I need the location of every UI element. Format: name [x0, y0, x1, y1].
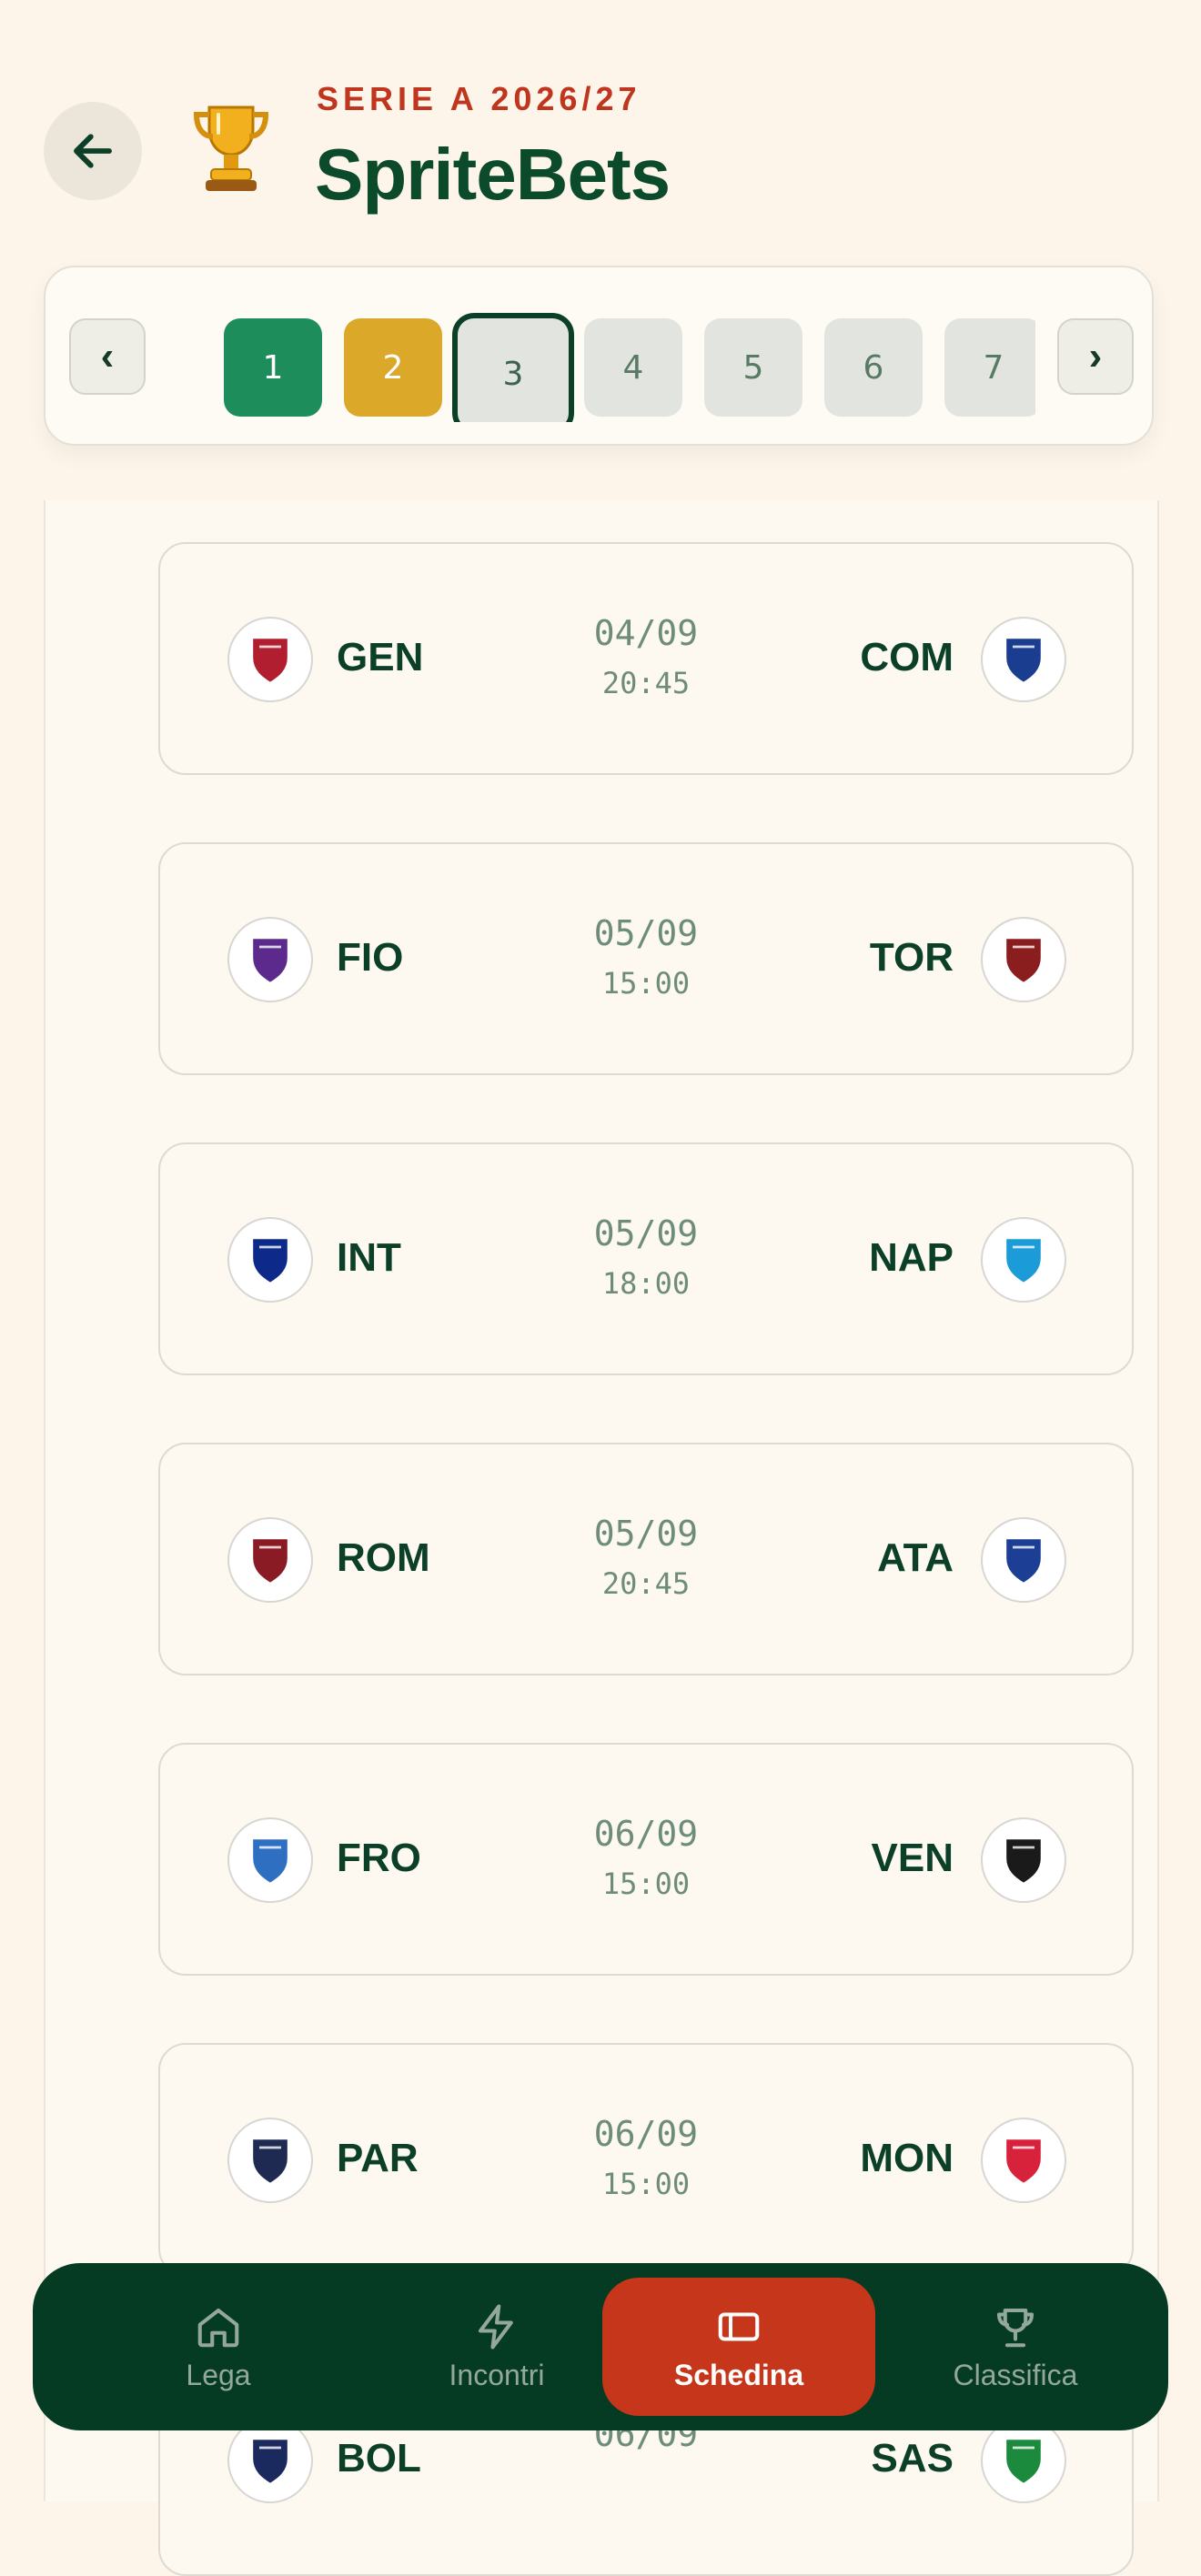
nav-item-label: Schedina [673, 2358, 804, 2391]
rounds-scroller[interactable]: 1234567 [164, 295, 1035, 422]
team-crest-icon [1004, 1236, 1044, 1285]
bottom-navigation: Lega Incontri Schedina Classifica [33, 2263, 1168, 2430]
league-name: SERIE A 2026/27 [317, 80, 641, 117]
away-team-badge [981, 2118, 1066, 2203]
match-card[interactable]: ROM 05/09 20:45 ATA [158, 1443, 1134, 1675]
match-card[interactable]: FIO 05/09 15:00 TOR [158, 842, 1134, 1075]
away-team-badge [981, 1217, 1066, 1303]
team-crest-icon [1004, 636, 1044, 685]
page-title: SpriteBets [315, 134, 671, 215]
away-team-code: NAP [869, 1235, 954, 1280]
away-team-badge [981, 2418, 1066, 2503]
nav-item-label: Incontri [449, 2358, 545, 2391]
round-7-button[interactable]: 7 [944, 318, 1035, 417]
nav-item-incontri[interactable]: Incontri [360, 2278, 633, 2416]
match-card[interactable]: FRO 06/09 15:00 VEN [158, 1743, 1134, 1976]
round-2-button[interactable]: 2 [344, 318, 442, 417]
away-team-badge [981, 617, 1066, 702]
away-team-code: TOR [869, 935, 954, 980]
team-crest-icon [1004, 1836, 1044, 1886]
round-5-button[interactable]: 5 [704, 318, 802, 417]
away-team-code: ATA [877, 1535, 954, 1580]
match-list: GEN 04/09 20:45 COM FIO 05/09 15:00 TOR INT 05/09… [44, 500, 1159, 2576]
match-card[interactable]: INT 05/09 18:00 NAP [158, 1142, 1134, 1375]
lightning-icon [478, 2303, 513, 2350]
away-team-badge [981, 917, 1066, 1002]
match-card[interactable]: PAR 06/09 15:00 MON [158, 2043, 1134, 2276]
team-crest-icon [1004, 2137, 1044, 2186]
round-1-button[interactable]: 1 [224, 318, 322, 417]
previous-round-button[interactable]: ‹ [69, 318, 146, 395]
nav-item-schedina[interactable]: Schedina [602, 2278, 875, 2416]
match-card[interactable]: GEN 04/09 20:45 COM [158, 542, 1134, 775]
team-crest-icon [1004, 1536, 1044, 1585]
round-6-button[interactable]: 6 [824, 318, 923, 417]
next-round-button[interactable]: › [1057, 318, 1134, 395]
nav-item-label: Classifica [953, 2358, 1078, 2391]
round-4-button[interactable]: 4 [584, 318, 682, 417]
team-crest-icon [1004, 936, 1044, 985]
away-team-badge [981, 1517, 1066, 1603]
home-icon [197, 2308, 239, 2347]
away-team-badge [981, 1817, 1066, 1903]
nav-item-lega[interactable]: Lega [82, 2278, 355, 2416]
away-team-code: VEN [871, 1836, 954, 1880]
away-team-code: MON [860, 2136, 954, 2180]
round-3-button[interactable]: 3 [452, 313, 574, 422]
trophy-logo-icon [193, 106, 269, 191]
back-button[interactable] [44, 102, 142, 200]
away-team-code: SAS [871, 2436, 954, 2480]
round-selector: ‹ 1234567 › [44, 266, 1154, 446]
ticket-icon [718, 2311, 760, 2341]
away-team-code: COM [860, 635, 954, 679]
arrow-left-icon [74, 134, 112, 168]
nav-item-label: Lega [186, 2358, 251, 2391]
team-crest-icon [1004, 2437, 1044, 2486]
trophy-icon [996, 2308, 1034, 2347]
nav-item-classifica[interactable]: Classifica [879, 2278, 1152, 2416]
